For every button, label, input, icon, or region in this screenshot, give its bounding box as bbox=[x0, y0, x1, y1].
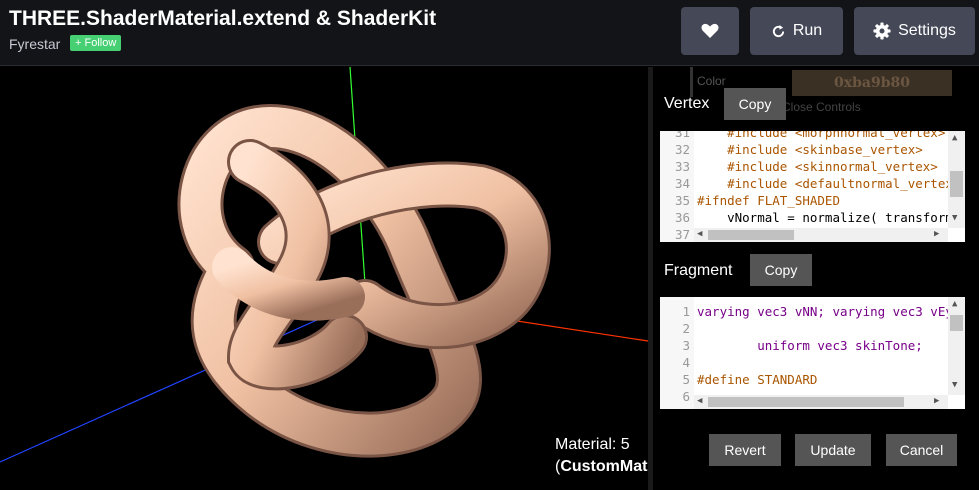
color-label: Color bbox=[697, 74, 726, 88]
cancel-button[interactable]: Cancel bbox=[886, 434, 957, 466]
heart-icon bbox=[701, 23, 719, 38]
fragment-code-editor[interactable]: 1 varying vec3 vNN; varying vec3 vEye; 2 … bbox=[660, 297, 965, 409]
vertical-scrollbar[interactable]: ▲ ▼ bbox=[948, 131, 965, 228]
vertex-copy-button[interactable]: Copy bbox=[724, 88, 786, 120]
scroll-left-arrow-icon[interactable]: ◀ bbox=[697, 396, 702, 406]
scroll-thumb[interactable] bbox=[708, 230, 794, 240]
pen-title: THREE.ShaderMaterial.extend & ShaderKit bbox=[9, 7, 437, 30]
vertical-scrollbar[interactable]: ▲ ▼ bbox=[948, 297, 965, 395]
scroll-up-arrow-icon[interactable]: ▲ bbox=[952, 299, 957, 309]
update-button[interactable]: Update bbox=[795, 434, 871, 466]
heart-button[interactable] bbox=[681, 7, 739, 55]
torus-knot-mesh bbox=[177, 103, 551, 458]
scroll-up-arrow-icon[interactable]: ▲ bbox=[952, 133, 957, 143]
scroll-down-arrow-icon[interactable]: ▼ bbox=[952, 380, 957, 390]
scroll-thumb[interactable] bbox=[708, 397, 904, 407]
follow-button[interactable]: + Follow bbox=[70, 35, 122, 51]
scroll-right-arrow-icon[interactable]: ▶ bbox=[934, 396, 939, 406]
scroll-down-arrow-icon[interactable]: ▼ bbox=[952, 213, 957, 223]
horizontal-scrollbar[interactable]: ◀ ▶ bbox=[694, 395, 948, 409]
run-button[interactable]: Run bbox=[750, 7, 843, 55]
author-name[interactable]: Fyrestar bbox=[9, 36, 60, 52]
refresh-icon bbox=[772, 24, 784, 37]
scroll-thumb[interactable] bbox=[950, 315, 963, 331]
scroll-right-arrow-icon[interactable]: ▶ bbox=[934, 229, 939, 239]
settings-label: Settings bbox=[898, 22, 956, 39]
scroll-thumb[interactable] bbox=[950, 171, 963, 197]
vertex-label: Vertex bbox=[664, 95, 710, 112]
revert-button[interactable]: Revert bbox=[709, 434, 781, 466]
close-controls-button[interactable]: Close Controls bbox=[782, 100, 861, 114]
color-value-input[interactable]: 0xba9b80 bbox=[792, 70, 952, 96]
run-label: Run bbox=[792, 22, 823, 39]
vertex-code-editor[interactable]: 31 #include <morphnormal_vertex> 32 #inc… bbox=[660, 131, 965, 242]
header-bar: THREE.ShaderMaterial.extend & ShaderKit … bbox=[0, 0, 979, 66]
gear-icon bbox=[873, 22, 891, 40]
fragment-label: Fragment bbox=[664, 262, 733, 279]
gui-color-bar bbox=[690, 67, 693, 97]
horizontal-scrollbar[interactable]: ◀ ▶ bbox=[694, 228, 948, 242]
scroll-left-arrow-icon[interactable]: ◀ bbox=[697, 229, 702, 239]
settings-button[interactable]: Settings bbox=[854, 7, 975, 55]
fragment-copy-button[interactable]: Copy bbox=[750, 254, 812, 286]
